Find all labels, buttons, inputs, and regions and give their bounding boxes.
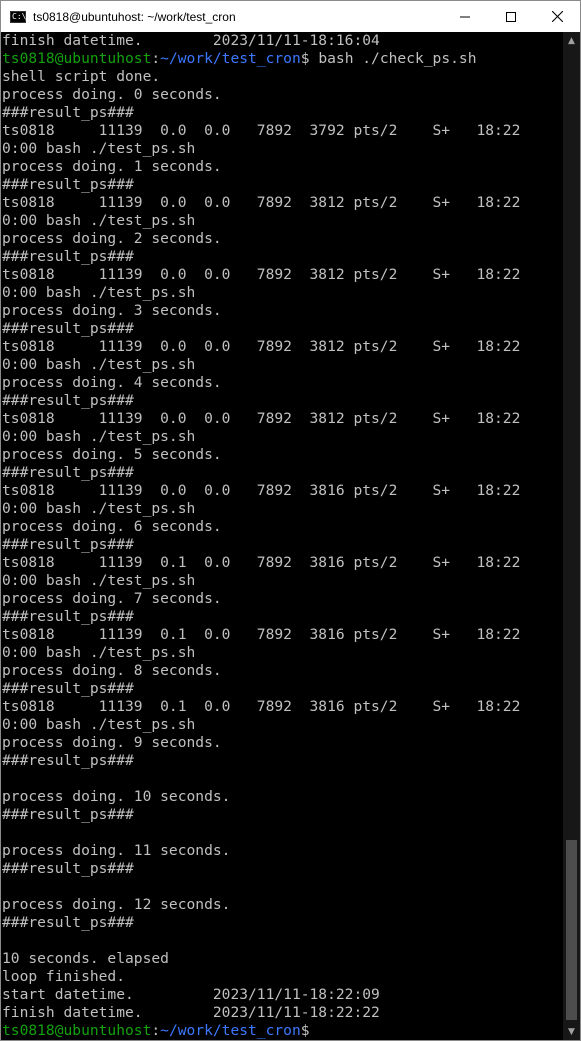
terminal-line: 10 seconds. elapsed xyxy=(2,950,169,967)
terminal-line: ###result_ps### xyxy=(2,608,134,625)
prompt-separator: : xyxy=(151,50,161,67)
console-app-icon[interactable]: C:\ xyxy=(10,10,27,23)
scrollbar-thumb[interactable] xyxy=(566,840,577,1020)
terminal-line: ts0818 11139 0.0 0.0 7892 3792 pts/2 S+ … xyxy=(2,122,521,139)
terminal-line: 0:00 bash ./test_ps.sh xyxy=(2,500,196,517)
terminal-line: ###result_ps### xyxy=(2,176,134,193)
terminal-line: ts0818 11139 0.0 0.0 7892 3812 pts/2 S+ … xyxy=(2,410,521,427)
terminal-line: start datetime. 2023/11/11-18:22:09 xyxy=(2,986,380,1003)
terminal-line: process doing. 9 seconds. xyxy=(2,734,222,751)
terminal-line: ts0818 11139 0.0 0.0 7892 3816 pts/2 S+ … xyxy=(2,482,521,499)
window-title: ts0818@ubuntuhost: ~/work/test_cron xyxy=(33,9,236,24)
scroll-down-arrow-icon[interactable]: ▼ xyxy=(563,1023,580,1040)
prompt-command: $ bash ./check_ps.sh xyxy=(300,50,477,67)
terminal-line: ###result_ps### xyxy=(2,680,134,697)
terminal-line: 0:00 bash ./test_ps.sh xyxy=(2,428,196,445)
terminal-line: 0:00 bash ./test_ps.sh xyxy=(2,212,196,229)
terminal-line: ###result_ps### xyxy=(2,104,134,121)
terminal-line: ###result_ps### xyxy=(2,392,134,409)
terminal-line: ###result_ps### xyxy=(2,464,134,481)
terminal-line: process doing. 11 seconds. xyxy=(2,842,231,859)
terminal-output[interactable]: finish datetime. 2023/11/11-18:16:04 ts08… xyxy=(2,32,562,1040)
prompt-separator: : xyxy=(151,1022,161,1039)
terminal-line: ###result_ps### xyxy=(2,914,134,931)
maximize-button[interactable] xyxy=(488,1,534,32)
terminal-line: 0:00 bash ./test_ps.sh xyxy=(2,716,196,733)
scroll-up-arrow-icon[interactable]: ▲ xyxy=(563,32,580,49)
window-controls xyxy=(442,1,580,32)
terminal-line: process doing. 2 seconds. xyxy=(2,230,222,247)
terminal-line: process doing. 1 seconds. xyxy=(2,158,222,175)
minimize-button[interactable] xyxy=(442,1,488,32)
terminal-line: 0:00 bash ./test_ps.sh xyxy=(2,572,196,589)
prompt-path: ~/work/test_cron xyxy=(160,50,301,67)
terminal-line: ts0818 11139 0.1 0.0 7892 3816 pts/2 S+ … xyxy=(2,698,521,715)
terminal-line: finish datetime. 2023/11/11-18:22:22 xyxy=(2,1004,380,1021)
terminal-line: process doing. 3 seconds. xyxy=(2,302,222,319)
minimize-icon xyxy=(460,16,470,17)
prompt-path: ~/work/test_cron xyxy=(160,1022,301,1039)
terminal-line: loop finished. xyxy=(2,968,126,985)
terminal-line: process doing. 0 seconds. xyxy=(2,86,222,103)
maximize-icon xyxy=(506,11,516,22)
terminal-line: process doing. 5 seconds. xyxy=(2,446,222,463)
terminal-line: process doing. 4 seconds. xyxy=(2,374,222,391)
terminal-line: ###result_ps### xyxy=(2,860,134,877)
terminal-line: ###result_ps### xyxy=(2,320,134,337)
prompt-user: ts0818@ubuntuhost xyxy=(2,1022,152,1039)
title-bar[interactable]: C:\ ts0818@ubuntuhost: ~/work/test_cron xyxy=(1,1,580,32)
terminal-line: ###result_ps### xyxy=(2,536,134,553)
terminal-line: process doing. 12 seconds. xyxy=(2,896,231,913)
terminal-line: process doing. 6 seconds. xyxy=(2,518,222,535)
terminal-line: ###result_ps### xyxy=(2,752,134,769)
prompt-line: ts0818@ubuntuhost:~/work/test_cron$ bash… xyxy=(2,50,562,68)
terminal-line: process doing. 10 seconds. xyxy=(2,788,231,805)
terminal-line: 0:00 bash ./test_ps.sh xyxy=(2,356,196,373)
prompt-command: $ xyxy=(300,1022,310,1039)
prompt-line: ts0818@ubuntuhost:~/work/test_cron$ xyxy=(2,1022,562,1040)
terminal-line: finish datetime. 2023/11/11-18:16:04 xyxy=(2,32,380,49)
close-icon xyxy=(551,11,563,22)
terminal-line: 0:00 bash ./test_ps.sh xyxy=(2,644,196,661)
vertical-scrollbar[interactable]: ▲ ▼ xyxy=(563,32,580,1040)
terminal-line: 0:00 bash ./test_ps.sh xyxy=(2,284,196,301)
terminal-line: ts0818 11139 0.0 0.0 7892 3812 pts/2 S+ … xyxy=(2,194,521,211)
terminal-line: shell script done. xyxy=(2,68,161,85)
prompt-user: ts0818@ubuntuhost xyxy=(2,50,152,67)
close-button[interactable] xyxy=(534,1,580,32)
terminal-line: ###result_ps### xyxy=(2,248,134,265)
terminal-line: process doing. 7 seconds. xyxy=(2,590,222,607)
terminal-line: process doing. 8 seconds. xyxy=(2,662,222,679)
terminal-line: ts0818 11139 0.0 0.0 7892 3812 pts/2 S+ … xyxy=(2,266,521,283)
terminal-line: ###result_ps### xyxy=(2,806,134,823)
terminal-line: ts0818 11139 0.1 0.0 7892 3816 pts/2 S+ … xyxy=(2,626,521,643)
terminal-line: ts0818 11139 0.0 0.0 7892 3812 pts/2 S+ … xyxy=(2,338,521,355)
terminal-line: 0:00 bash ./test_ps.sh xyxy=(2,140,196,157)
console-icon-label: C:\ xyxy=(12,11,27,21)
terminal-window: C:\ ts0818@ubuntuhost: ~/work/test_cron … xyxy=(0,0,581,1041)
terminal-line: ts0818 11139 0.1 0.0 7892 3816 pts/2 S+ … xyxy=(2,554,521,571)
